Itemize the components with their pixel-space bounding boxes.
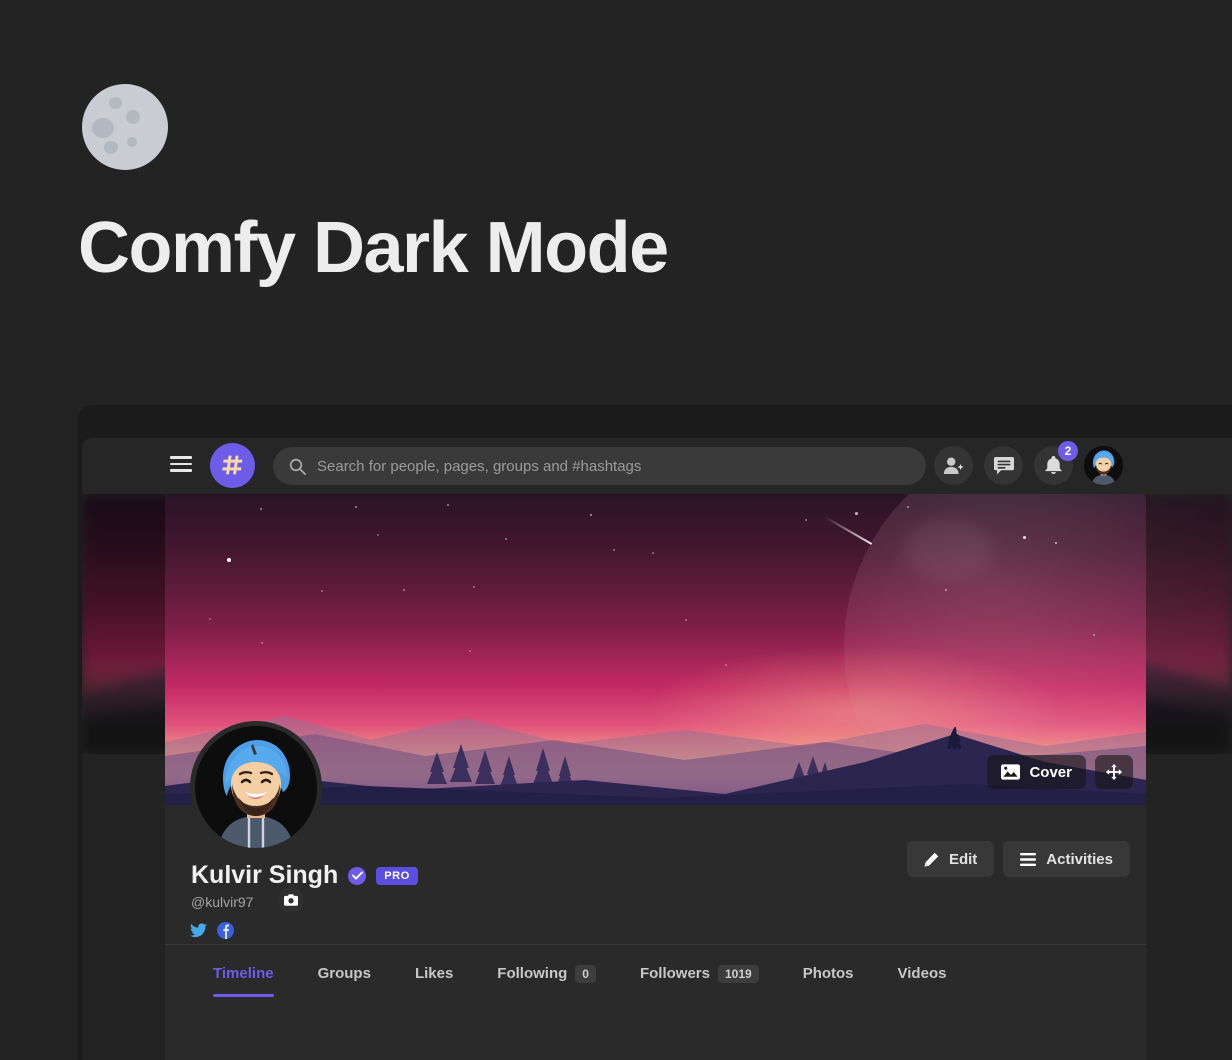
tab-groups[interactable]: Groups [296,945,393,1003]
tab-followers[interactable]: Followers 1019 [618,945,781,1003]
reposition-cover-button[interactable] [1095,755,1133,789]
tab-following-count: 0 [575,964,596,983]
tab-photos[interactable]: Photos [781,945,876,1003]
search-input[interactable]: Search for people, pages, groups and #ha… [317,458,641,475]
page-title: Comfy Dark Mode [78,208,669,288]
navbar-avatar[interactable] [1084,446,1123,485]
profile-card: Cover Edit Activities Kulvir Singh PRO @… [165,494,1146,1060]
change-avatar-button[interactable] [278,887,304,913]
tab-likes-label: Likes [414,965,454,982]
cover-actions: Cover [987,755,1133,789]
activities-button-label: Activities [1046,850,1113,868]
friend-requests-button[interactable] [934,446,973,485]
image-icon [1001,764,1021,780]
move-arrows-icon [1105,763,1123,781]
tab-photos-label: Photos [802,965,854,982]
moon-icon [82,84,168,170]
profile-action-buttons: Edit Activities [906,841,1130,877]
profile-name-row: Kulvir Singh PRO [191,861,418,890]
profile-handle: @kulvir97 [191,894,254,910]
tab-videos[interactable]: Videos [876,945,969,1003]
hamburger-menu-icon[interactable] [170,456,192,472]
verified-check-icon [348,866,367,885]
profile-tabs: Timeline Groups Likes Following 0 Follow… [165,944,1146,1002]
bell-icon [1045,456,1062,474]
hero-section: Comfy Dark Mode [0,0,1232,400]
pencil-icon [924,852,939,867]
activities-button[interactable]: Activities [1003,841,1130,877]
hashtag-logo-icon [221,455,242,474]
tab-groups-label: Groups [317,965,371,982]
tab-followers-count: 1019 [717,964,759,983]
profile-avatar[interactable] [190,721,322,853]
tab-following-label: Following [497,965,568,982]
person-add-icon [943,457,964,475]
edit-button-label: Edit [948,850,978,868]
tab-videos-label: Videos [897,965,947,982]
tab-following[interactable]: Following 0 [475,945,618,1003]
tab-timeline-label: Timeline [213,965,274,982]
social-links [190,922,234,944]
search-bar[interactable]: Search for people, pages, groups and #ha… [273,447,926,485]
tab-followers-label: Followers [639,965,710,982]
change-cover-button[interactable]: Cover [987,755,1086,789]
notification-badge: 2 [1058,441,1078,461]
profile-name: Kulvir Singh [191,861,339,889]
tab-timeline[interactable]: Timeline [191,945,296,1003]
twitter-icon[interactable] [190,923,207,943]
list-icon [1020,852,1037,866]
notifications-button[interactable]: 2 [1034,441,1078,485]
navbar-actions: 2 [934,441,1123,485]
messages-button[interactable] [984,446,1023,485]
camera-icon [284,894,298,906]
edit-profile-button[interactable]: Edit [906,841,995,877]
facebook-icon[interactable] [217,922,234,944]
app-window: Cover Edit Activities Kulvir Singh PRO @… [82,438,1232,1060]
profile-info: Edit Activities Kulvir Singh PRO @kulvir… [165,721,1146,1002]
cover-button-label: Cover [1029,763,1072,781]
tab-likes[interactable]: Likes [393,945,475,1003]
chat-bubble-icon [993,456,1014,474]
pro-badge: PRO [376,866,418,885]
search-icon [289,458,306,475]
brand-logo[interactable] [210,443,255,488]
